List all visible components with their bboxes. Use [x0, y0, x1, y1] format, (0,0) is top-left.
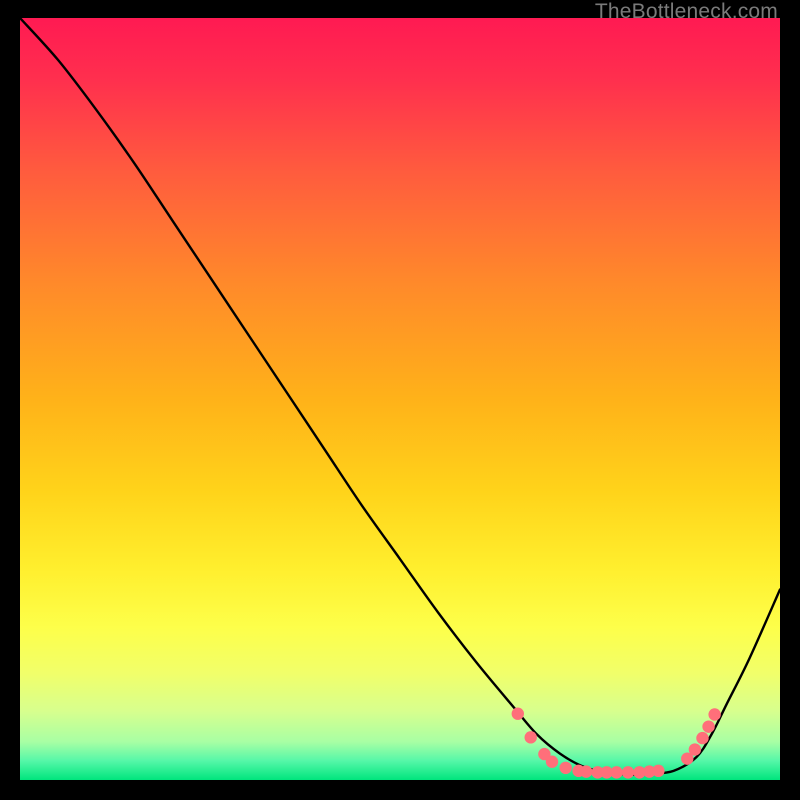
chart-frame: TheBottleneck.com: [0, 0, 800, 800]
data-point: [708, 708, 720, 720]
data-point: [580, 765, 592, 777]
data-point: [689, 743, 701, 755]
data-point: [702, 720, 714, 732]
data-point: [559, 762, 571, 774]
data-point: [512, 708, 524, 720]
data-point: [525, 731, 537, 743]
bottleneck-chart: [20, 18, 780, 780]
gradient-background: [20, 18, 780, 780]
data-point: [546, 756, 558, 768]
data-point: [610, 766, 622, 778]
data-point: [696, 732, 708, 744]
data-point: [652, 765, 664, 777]
data-point: [622, 766, 634, 778]
